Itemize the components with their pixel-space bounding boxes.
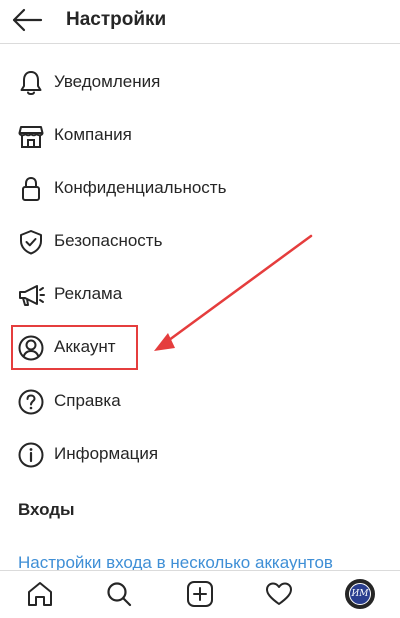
menu-item-help[interactable]: Справка bbox=[0, 376, 400, 426]
avatar-initials: ИМ bbox=[349, 583, 371, 605]
search-icon bbox=[107, 582, 132, 607]
megaphone-icon bbox=[19, 285, 45, 306]
menu-label-company: Компания bbox=[54, 125, 132, 144]
page-title: Настройки bbox=[66, 9, 167, 30]
question-circle-icon bbox=[18, 389, 44, 415]
tab-profile[interactable]: ИМ bbox=[345, 579, 375, 609]
tab-search[interactable] bbox=[104, 579, 134, 609]
menu-label-account: Аккаунт bbox=[54, 337, 116, 356]
add-post-icon bbox=[187, 581, 213, 607]
settings-screen: Настройки Уведомления Компания Конфиденц… bbox=[0, 0, 400, 618]
menu-item-security[interactable]: Безопасность bbox=[0, 216, 400, 266]
menu-item-notifications[interactable]: Уведомления bbox=[0, 57, 400, 107]
logins-section-heading: Входы bbox=[18, 500, 75, 519]
menu-item-ads[interactable]: Реклама bbox=[0, 269, 400, 319]
menu-label-security: Безопасность bbox=[54, 231, 163, 250]
person-circle-icon bbox=[18, 335, 44, 361]
home-icon bbox=[28, 582, 52, 606]
tab-add-post[interactable] bbox=[185, 579, 215, 609]
shield-check-icon bbox=[20, 230, 42, 255]
menu-label-help: Справка bbox=[54, 391, 121, 410]
tab-home[interactable] bbox=[25, 579, 55, 609]
menu-item-account[interactable]: Аккаунт bbox=[0, 322, 400, 372]
storefront-icon bbox=[18, 126, 44, 148]
menu-item-privacy[interactable]: Конфиденциальность bbox=[0, 163, 400, 213]
menu-item-info[interactable]: Информация bbox=[0, 429, 400, 479]
heart-icon bbox=[266, 582, 292, 605]
menu-item-company[interactable]: Компания bbox=[0, 110, 400, 160]
menu-label-ads: Реклама bbox=[54, 284, 123, 303]
arrow-left-icon bbox=[12, 8, 43, 32]
tab-activity[interactable] bbox=[264, 579, 294, 609]
bottom-tab-bar: ИМ bbox=[0, 570, 400, 618]
menu-label-notifications: Уведомления bbox=[54, 72, 161, 91]
menu-label-privacy: Конфиденциальность bbox=[54, 178, 227, 197]
lock-icon bbox=[22, 176, 40, 201]
info-circle-icon bbox=[18, 442, 44, 468]
bell-icon bbox=[20, 71, 42, 95]
profile-avatar-icon: ИМ bbox=[345, 579, 375, 609]
top-bar: Настройки bbox=[0, 0, 400, 44]
menu-label-info: Информация bbox=[54, 444, 159, 463]
back-button[interactable] bbox=[10, 5, 44, 35]
